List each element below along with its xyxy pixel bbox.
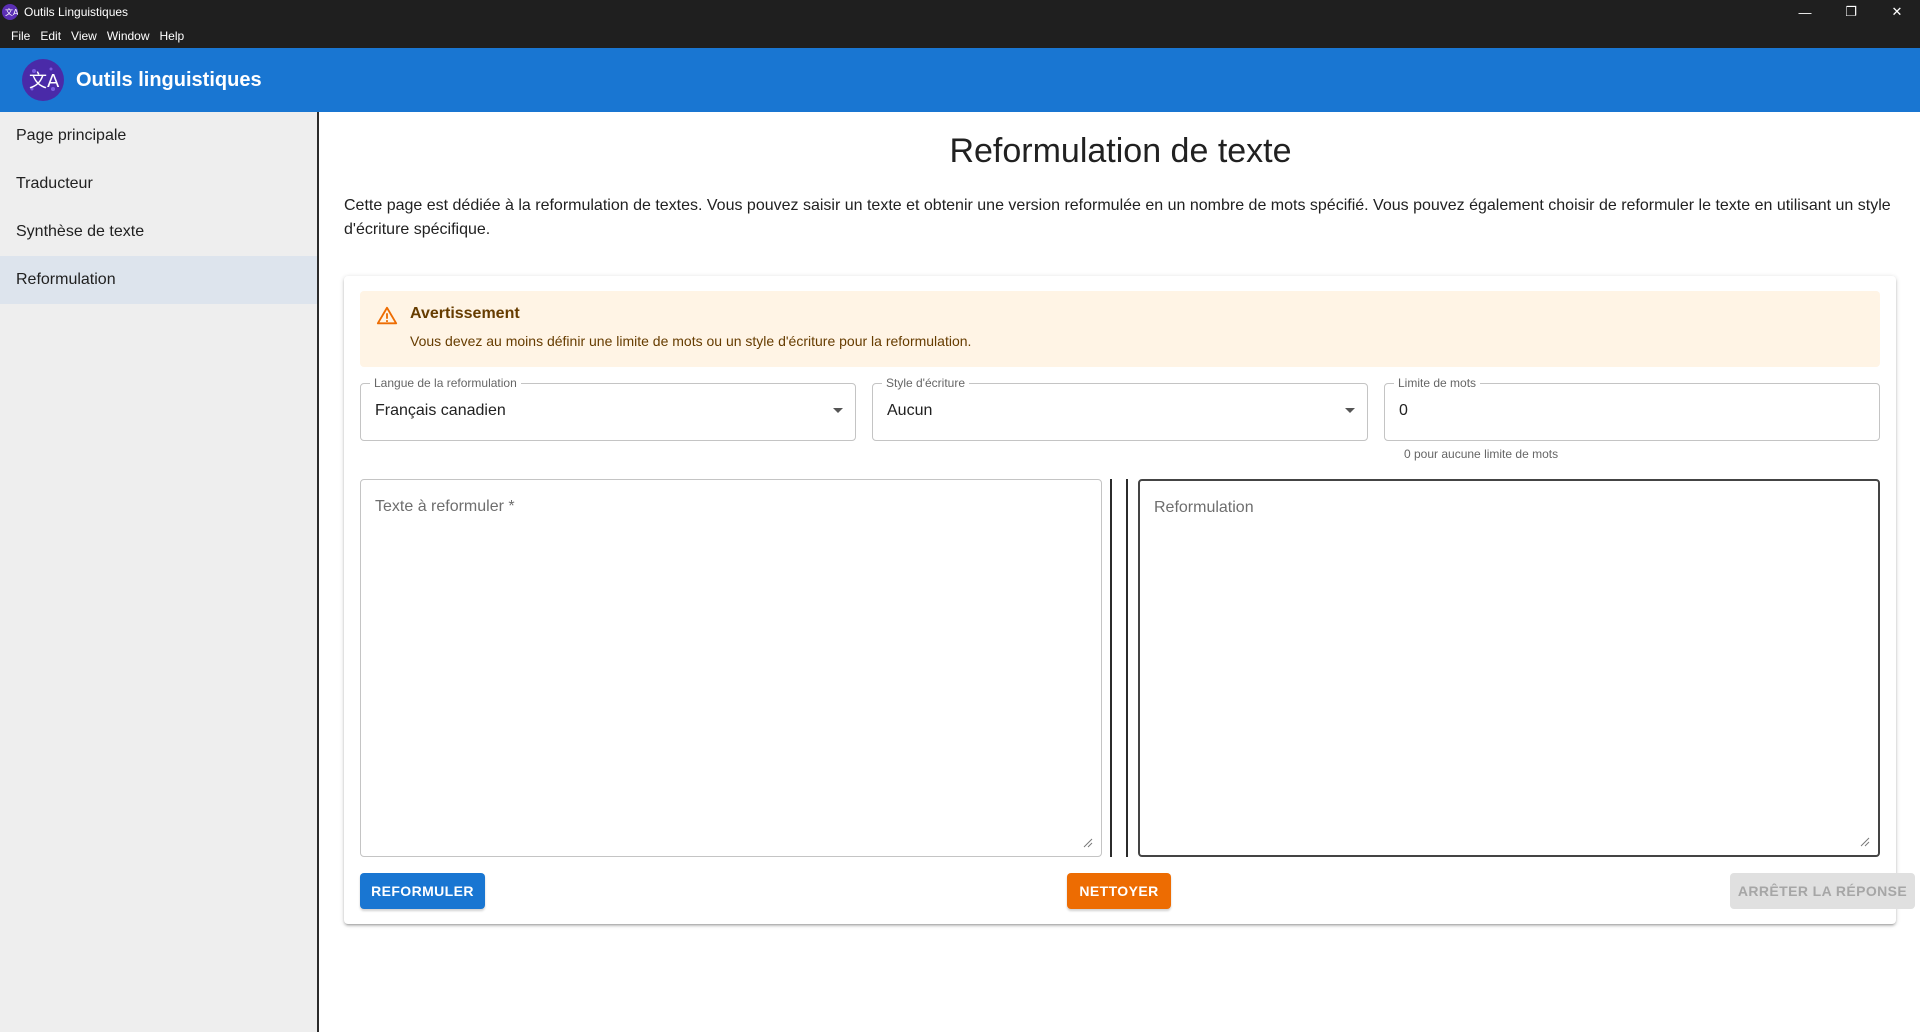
stop-response-button[interactable]: ARRÊTER LA RÉPONSE [1730,873,1915,909]
sidebar: Page principale Traducteur Synthèse de t… [0,112,319,1032]
restore-button[interactable]: ❐ [1828,0,1874,24]
style-select-value: Aucun [887,402,933,419]
app-icon: 文A [2,4,18,20]
menu-view[interactable]: View [66,24,102,48]
sidebar-item-reformulation[interactable]: Reformulation [0,256,317,304]
menu-edit[interactable]: Edit [35,24,66,48]
resize-handle-icon[interactable] [1860,837,1870,847]
chevron-down-icon [1345,408,1355,413]
language-select[interactable]: Langue de la reformulation Français cana… [360,376,856,441]
resize-handle-icon[interactable] [1083,838,1093,848]
alert-title: Avertissement [410,305,520,322]
sidebar-item-page-principale[interactable]: Page principale [0,112,317,160]
language-select-value: Français canadien [375,402,506,419]
reformulate-button[interactable]: REFORMULER [360,873,485,909]
window-title: Outils Linguistiques [24,5,129,19]
app-name: Outils linguistiques [76,68,262,91]
page-description: Cette page est dédiée à la reformulation… [344,197,1891,238]
reformulation-card: Avertissement Vous devez au moins défini… [344,276,1915,924]
sidebar-item-traducteur[interactable]: Traducteur [0,160,317,208]
divider-line [1126,479,1128,857]
menu-help[interactable]: Help [155,24,190,48]
minimize-button[interactable]: — [1782,0,1828,24]
window-title-bar: 文A Outils Linguistiques — ❐ ✕ [0,0,1920,24]
word-limit-label: Limite de mots [1394,376,1481,390]
main-content: Reformulation de texte Cette page est dé… [321,112,1920,1032]
alert-message: Vous devez au moins définir une limite d… [410,333,972,349]
output-text-placeholder: Reformulation [1154,499,1254,516]
output-text-area[interactable]: Reformulation [1138,479,1880,857]
window-controls: — ❐ ✕ [1782,0,1920,24]
input-text-placeholder: Texte à reformuler * [375,498,515,515]
app-header: 文A Outils linguistiques [0,48,1920,112]
menu-file[interactable]: File [6,24,35,48]
svg-text:文A: 文A [29,71,60,92]
style-select-label: Style d'écriture [882,376,969,390]
menu-window[interactable]: Window [102,24,155,48]
sidebar-item-synthese[interactable]: Synthèse de texte [0,208,317,256]
warning-alert: Avertissement Vous devez au moins défini… [360,291,1880,367]
warning-icon [376,306,398,325]
menu-bar: File Edit View Window Help [0,24,1920,48]
chevron-down-icon [833,408,843,413]
word-limit-input[interactable]: Limite de mots 0 [1384,376,1880,441]
divider-line [1110,479,1112,857]
page-title: Reformulation de texte [949,132,1292,170]
language-select-label: Langue de la reformulation [370,376,521,390]
word-limit-value: 0 [1399,402,1408,419]
translate-logo-icon: 文A [22,59,64,101]
style-select[interactable]: Style d'écriture Aucun [872,376,1368,441]
clear-button[interactable]: NETTOYER [1067,873,1171,909]
input-text-area[interactable]: Texte à reformuler * [360,479,1102,857]
word-limit-helper: 0 pour aucune limite de mots [1404,447,1559,461]
close-button[interactable]: ✕ [1874,0,1920,24]
svg-text:文A: 文A [5,7,18,17]
